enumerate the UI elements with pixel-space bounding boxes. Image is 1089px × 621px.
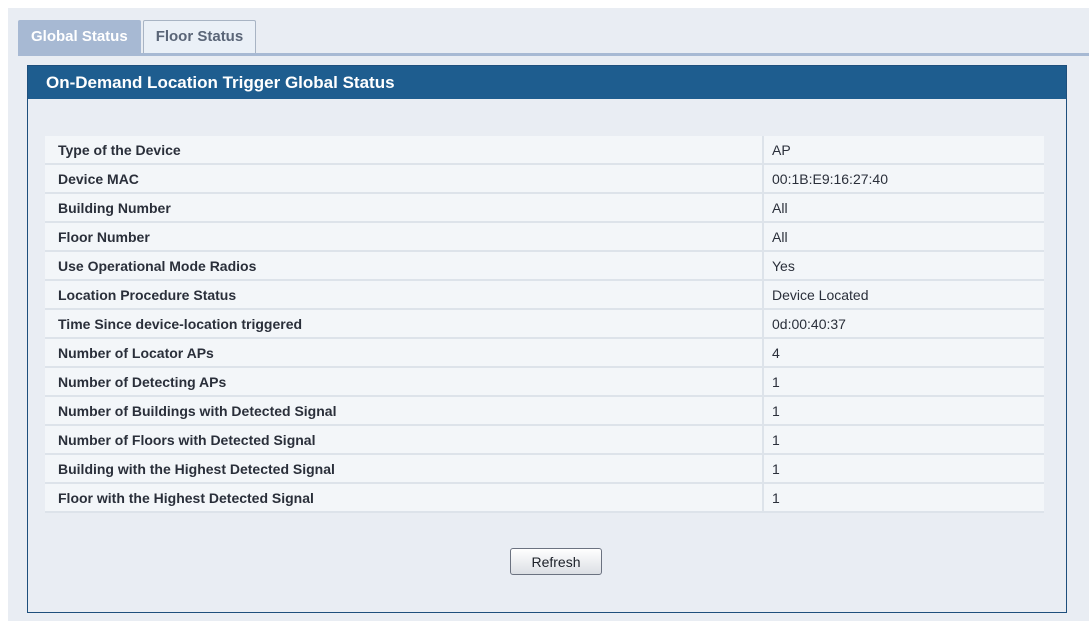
table-row: Building Number All [45,194,1044,223]
row-label: Number of Floors with Detected Signal [45,426,764,455]
global-status-panel: On-Demand Location Trigger Global Status… [27,65,1067,613]
row-value: 1 [764,397,1044,426]
status-table: Type of the Device AP Device MAC 00:1B:E… [45,136,1044,513]
table-row: Number of Buildings with Detected Signal… [45,397,1044,426]
tab-global-status[interactable]: Global Status [18,20,141,54]
row-value: Device Located [764,281,1044,310]
panel-title: On-Demand Location Trigger Global Status [28,66,1066,99]
table-row: Floor Number All [45,223,1044,252]
row-label: Floor with the Highest Detected Signal [45,484,764,513]
table-row: Use Operational Mode Radios Yes [45,252,1044,281]
table-row: Device MAC 00:1B:E9:16:27:40 [45,165,1044,194]
row-label: Number of Buildings with Detected Signal [45,397,764,426]
refresh-button[interactable]: Refresh [510,548,602,575]
row-value: 1 [764,455,1044,484]
tab-underline [18,53,1089,56]
table-row: Floor with the Highest Detected Signal 1 [45,484,1044,513]
page: Global Status Floor Status On-Demand Loc… [0,0,1089,621]
row-label: Floor Number [45,223,764,252]
table-row: Type of the Device AP [45,136,1044,165]
row-value: 0d:00:40:37 [764,310,1044,339]
row-label: Location Procedure Status [45,281,764,310]
tab-bar: Global Status Floor Status [18,20,258,54]
table-row: Location Procedure Status Device Located [45,281,1044,310]
row-label: Building Number [45,194,764,223]
row-value: 1 [764,484,1044,513]
row-value: 4 [764,339,1044,368]
row-label: Time Since device-location triggered [45,310,764,339]
row-label: Building with the Highest Detected Signa… [45,455,764,484]
tab-floor-status[interactable]: Floor Status [142,20,257,54]
row-label: Device MAC [45,165,764,194]
row-value: All [764,194,1044,223]
row-value: AP [764,136,1044,165]
row-label: Number of Locator APs [45,339,764,368]
table-row: Time Since device-location triggered 0d:… [45,310,1044,339]
row-value: 1 [764,368,1044,397]
row-value: 1 [764,426,1044,455]
table-row: Number of Floors with Detected Signal 1 [45,426,1044,455]
row-label: Type of the Device [45,136,764,165]
row-value: Yes [764,252,1044,281]
row-label: Number of Detecting APs [45,368,764,397]
row-label: Use Operational Mode Radios [45,252,764,281]
row-value: 00:1B:E9:16:27:40 [764,165,1044,194]
table-row: Number of Detecting APs 1 [45,368,1044,397]
table-row: Number of Locator APs 4 [45,339,1044,368]
content-area: Global Status Floor Status On-Demand Loc… [8,8,1089,621]
row-value: All [764,223,1044,252]
table-row: Building with the Highest Detected Signa… [45,455,1044,484]
